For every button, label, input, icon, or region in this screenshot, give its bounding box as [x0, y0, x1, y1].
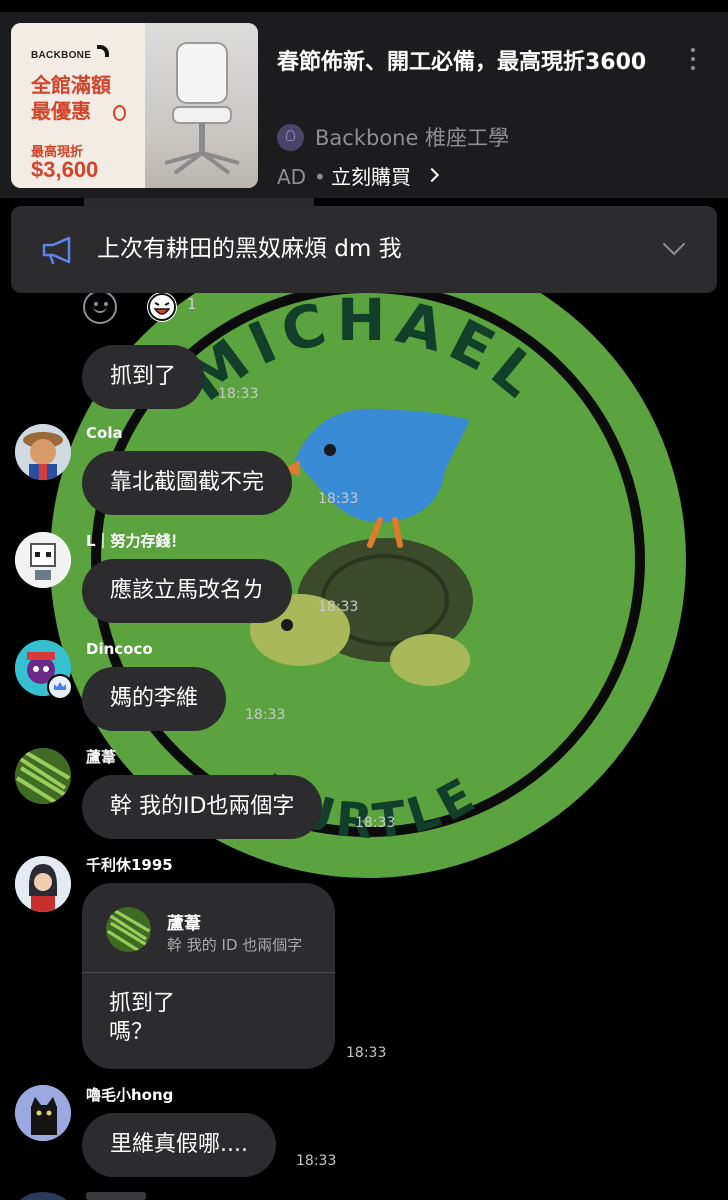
message-time: 18:33 [346, 1045, 387, 1061]
user-avatar-icon [15, 856, 71, 912]
ad-thumbnail[interactable]: BACKBONE 全館滿額 最優惠 最高現折 $3,600 [11, 23, 258, 188]
reaction-count: 1 [187, 295, 197, 313]
scroll-indicator [84, 198, 314, 206]
message-time: 18:33 [296, 1153, 337, 1169]
avatar[interactable] [15, 856, 71, 912]
quoted-message-text: 幹 我的 ID 也兩個字 [167, 936, 303, 954]
avatar[interactable] [15, 424, 71, 480]
quoted-sender-name: 蘆葦 [167, 914, 201, 934]
sender-name[interactable]: 嚕毛小hong [86, 1086, 173, 1104]
reply-text-line1: 抓到了 [109, 991, 176, 1016]
message-bubble[interactable]: 抓到了 [82, 345, 205, 409]
user-avatar-icon [15, 748, 71, 804]
avatar[interactable] [15, 1085, 71, 1141]
sender-name[interactable]: Cola [86, 424, 123, 442]
message-bubble[interactable]: 靠北截圖截不完 [82, 451, 293, 515]
ad-cta-link[interactable]: 立刻購買 [331, 164, 411, 190]
advertiser-avatar-icon [277, 124, 304, 151]
add-reaction-icon[interactable] [83, 290, 117, 324]
message-bubble[interactable]: 幹 我的ID也兩個字 [82, 775, 323, 839]
sender-name-peek [86, 1192, 146, 1200]
ad-promo-line1: 全館滿額 [31, 73, 111, 97]
chevron-down-icon[interactable] [662, 232, 686, 256]
message-bubble[interactable]: 應該立馬改名ㄌ [82, 559, 293, 623]
user-avatar-icon [15, 532, 71, 588]
sender-name[interactable]: L｜努力存錢！ [86, 532, 186, 550]
message-time: 18:33 [318, 599, 359, 615]
user-avatar-icon [15, 1085, 71, 1141]
reply-divider [82, 972, 335, 973]
office-chair-icon [164, 42, 240, 175]
ad-separator: • [314, 165, 326, 189]
ad-label: AD [277, 165, 307, 189]
message-time: 18:33 [218, 386, 259, 402]
reply-message-bubble[interactable]: 蘆葦 幹 我的 ID 也兩個字 抓到了 嗎？ [82, 883, 335, 1069]
sender-name[interactable]: 千利休1995 [86, 856, 173, 874]
ad-thumbnail-chair-image [145, 23, 258, 188]
more-options-icon[interactable] [683, 44, 703, 74]
quoted-avatar [106, 907, 151, 952]
ad-promo-price: $3,600 [31, 157, 99, 182]
announcement-text: 上次有耕田的黑奴麻煩 dm 我 [97, 236, 402, 262]
chevron-right-icon[interactable] [424, 167, 440, 183]
user-avatar-icon [15, 424, 71, 480]
reply-text-line2: 嗎？ [109, 1020, 154, 1045]
megaphone-icon [42, 236, 71, 265]
sender-name[interactable]: Dincoco [86, 640, 153, 658]
message-time: 18:33 [355, 815, 396, 831]
message-bubble[interactable]: 媽的李維 [82, 667, 227, 731]
verified-badge-icon [47, 674, 73, 700]
message-time: 18:33 [245, 707, 286, 723]
announcement-bar[interactable]: 上次有耕田的黑奴麻煩 dm 我 [11, 206, 717, 293]
message-bubble[interactable]: 里維真假哪.... [82, 1113, 276, 1177]
sender-name[interactable]: 蘆葦 [86, 748, 116, 766]
lantern-icon [113, 105, 126, 121]
ad-advertiser-name[interactable]: Backbone 椎座工學 [315, 124, 509, 152]
ad-brand-logo: BACKBONE [31, 50, 92, 61]
sponsored-ad-banner[interactable]: BACKBONE 全館滿額 最優惠 最高現折 $3,600 春節佈新、開工必備，… [0, 12, 728, 198]
avatar[interactable] [15, 748, 71, 804]
reply-message-body: 抓到了 嗎？ [109, 989, 175, 1047]
laughing-emoji-icon[interactable] [147, 292, 177, 322]
avatar[interactable] [15, 532, 71, 588]
message-time: 18:33 [318, 491, 359, 507]
ad-promo-line2: 最優惠 [31, 99, 91, 123]
ad-title[interactable]: 春節佈新、開工必備，最高現折3600 [277, 46, 667, 79]
